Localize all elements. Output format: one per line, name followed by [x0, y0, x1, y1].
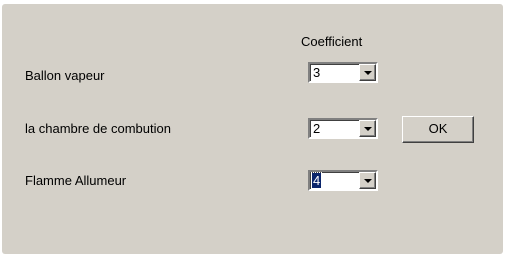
chevron-down-icon: [364, 179, 372, 183]
row-label-chambre-de-combution: la chambre de combution: [25, 121, 171, 136]
row-label-ballon-vapeur: Ballon vapeur: [25, 68, 105, 83]
dropdown-button[interactable]: [359, 120, 376, 137]
chevron-down-icon: [364, 71, 372, 75]
coefficient-value: 2: [313, 121, 321, 136]
dropdown-button[interactable]: [359, 64, 376, 81]
coefficient-value-selected: 4: [310, 172, 323, 189]
chevron-down-icon: [364, 127, 372, 131]
dropdown-button[interactable]: [359, 172, 376, 189]
coefficient-dialog: Coefficient Ballon vapeur 3 la chambre d…: [2, 4, 503, 254]
ok-button[interactable]: OK: [402, 116, 474, 143]
row-label-flamme-allumeur: Flamme Allumeur: [25, 173, 127, 188]
coefficient-column-header: Coefficient: [301, 34, 363, 49]
coefficient-select-ballon-vapeur[interactable]: 3: [308, 62, 378, 83]
coefficient-value: 3: [313, 65, 321, 80]
coefficient-select-flamme-allumeur[interactable]: 4: [308, 170, 378, 191]
coefficient-select-chambre-de-combution[interactable]: 2: [308, 118, 378, 139]
